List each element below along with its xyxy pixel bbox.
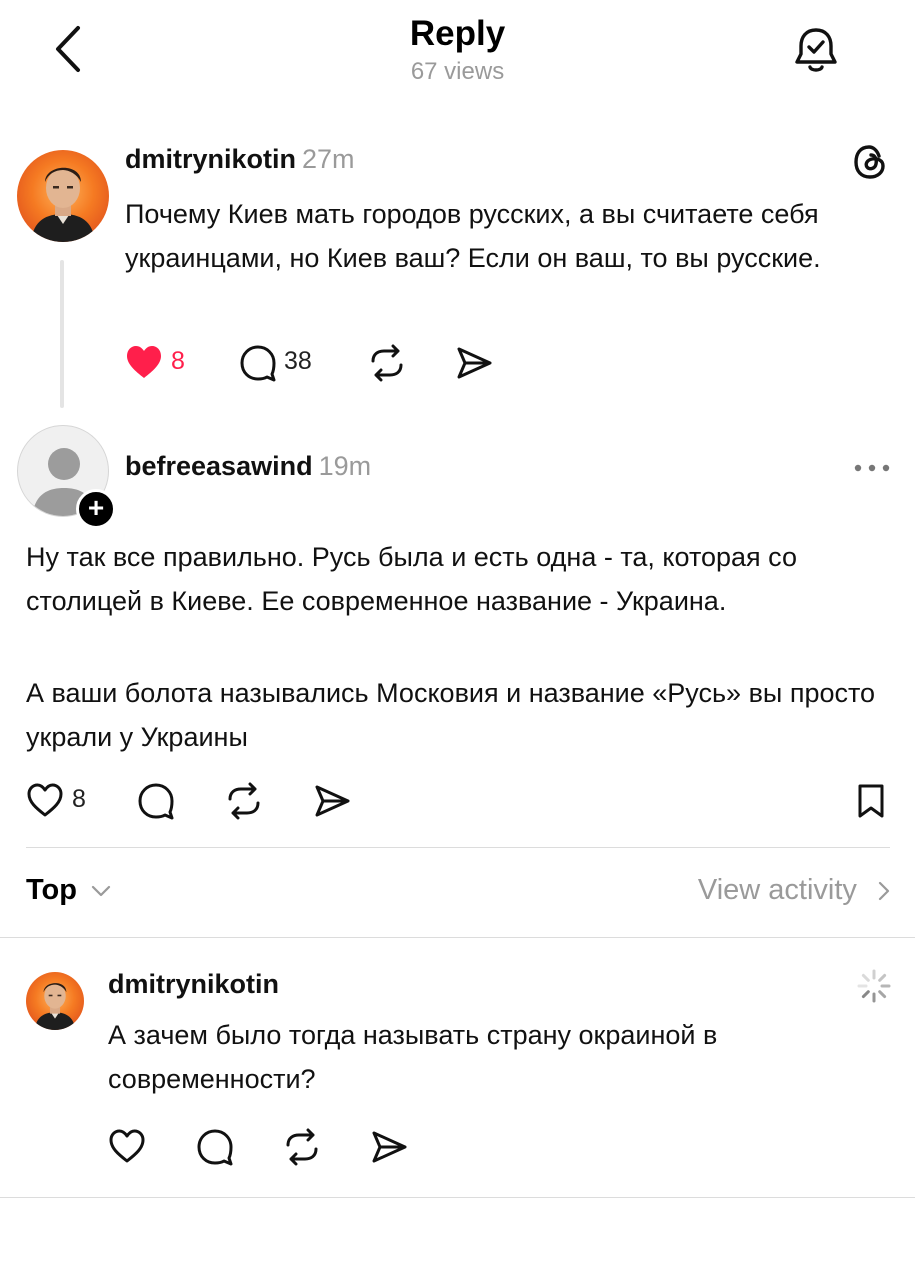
chevron-down-icon [91, 884, 111, 898]
comment-icon[interactable] [196, 1128, 234, 1166]
sort-label: Top [26, 874, 77, 906]
bookmark-icon[interactable] [856, 782, 886, 820]
threads-logo-icon [850, 142, 890, 182]
follow-plus-button[interactable]: + [76, 489, 116, 529]
heart-outline-icon[interactable] [26, 782, 64, 818]
notification-bell-check-icon[interactable] [790, 24, 842, 76]
thread-connector-line [60, 260, 64, 408]
loading-spinner-icon [856, 968, 892, 1004]
post-actions: 8 [26, 778, 896, 822]
sort-dropdown[interactable]: Top [26, 874, 111, 907]
post-time: 19m [318, 451, 372, 481]
username[interactable]: dmitrynikotin [125, 144, 296, 174]
divider [0, 937, 915, 938]
share-send-icon[interactable] [313, 782, 351, 820]
repost-icon[interactable] [368, 344, 406, 382]
repost-icon[interactable] [225, 782, 263, 820]
reply-count: 38 [284, 347, 312, 375]
post-header: dmitrynikotin 27m [125, 144, 355, 175]
username[interactable]: dmitrynikotin [108, 969, 279, 1000]
view-activity-label: View activity [697, 874, 857, 906]
like-count: 8 [171, 347, 185, 375]
heart-outline-icon[interactable] [108, 1128, 146, 1164]
page-title: Reply [409, 14, 506, 53]
divider [0, 1197, 915, 1198]
more-options-icon[interactable] [852, 458, 892, 478]
avatar[interactable] [17, 150, 109, 242]
reply-text-paragraph: Ну так все правильно. Русь была и есть о… [26, 542, 798, 616]
repost-icon[interactable] [283, 1128, 321, 1166]
post-time: 27m [302, 144, 355, 174]
avatar[interactable] [26, 972, 84, 1030]
username[interactable]: befreeasawind [125, 451, 313, 481]
reply-draft-text: А зачем было тогда называть страну окраи… [108, 1020, 718, 1094]
heart-filled-icon[interactable] [125, 344, 163, 380]
chevron-right-icon [877, 880, 891, 902]
reply-text-paragraph: А ваши болота назывались Московия и назв… [26, 678, 876, 752]
divider [26, 847, 890, 848]
view-activity-link[interactable]: View activity [698, 874, 891, 907]
views-count: 67 views [410, 58, 505, 85]
like-count: 8 [72, 785, 86, 813]
share-send-icon[interactable] [455, 344, 493, 382]
post-actions [108, 1124, 508, 1168]
post-header: befreeasawind 19m [125, 451, 371, 482]
comment-icon[interactable] [137, 782, 175, 820]
share-send-icon[interactable] [370, 1128, 408, 1166]
post-text: Почему Киев мать городов русских, а вы с… [125, 199, 821, 273]
post-actions: 8 38 [125, 340, 525, 384]
comment-icon[interactable] [239, 344, 277, 382]
